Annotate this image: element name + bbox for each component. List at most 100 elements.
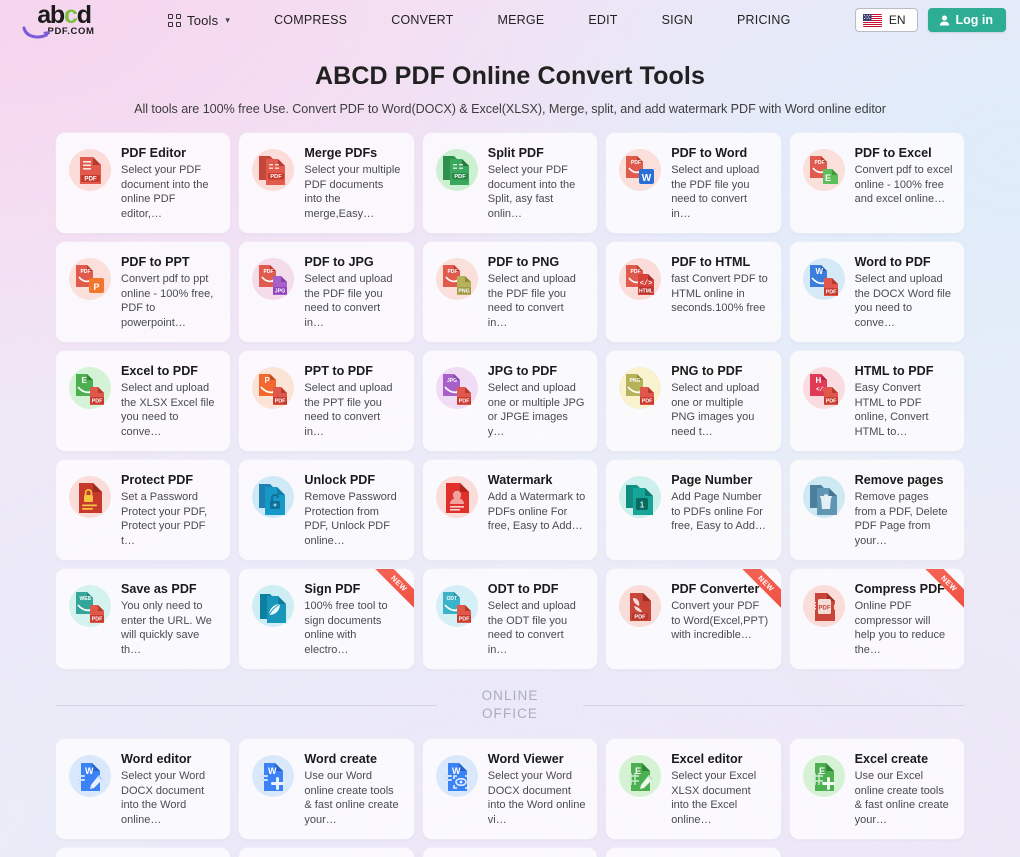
- divider-line-right: [583, 704, 964, 706]
- tool-card[interactable]: W Word editor Select your Word DOCX docume…: [56, 739, 231, 839]
- tool-card-title: ODT to PDF: [487, 582, 559, 596]
- tool-card[interactable]: Remove pages Remove pages from a PDF, Del…: [789, 460, 964, 560]
- divider-label-line1: ONLINE: [481, 688, 539, 703]
- word-to-pdf-icon: W PDF: [802, 257, 846, 301]
- tool-card-description: Select and upload the PDF file you need …: [671, 164, 760, 220]
- svg-text:PDF: PDF: [275, 399, 286, 405]
- tool-card-description: Select and upload the DOCX Word file you…: [854, 273, 951, 329]
- tool-card-description: Select your Word DOCX document into the …: [121, 770, 206, 826]
- tool-card-title: Split PDF: [487, 146, 544, 160]
- tool-card[interactable]: PPPT EditorSelect your PPT document into…: [239, 848, 414, 857]
- tool-card-title: JPG to PDF: [487, 364, 558, 378]
- login-button-label: Log in: [955, 13, 994, 27]
- us-flag-icon: [862, 13, 882, 27]
- tool-card-title: PDF to JPG: [304, 255, 374, 269]
- tool-card[interactable]: PDF Merge PDFs Select your multiple PDF do…: [239, 133, 414, 233]
- sign-pdf-icon: [251, 584, 295, 628]
- nav-item-tools[interactable]: Tools ▾: [146, 7, 252, 34]
- svg-text:PDF: PDF: [92, 617, 103, 623]
- svg-text:PDF: PDF: [825, 290, 836, 296]
- pdf-editor-icon: PDF: [68, 148, 112, 192]
- tool-card[interactable]: PDF JPG PDF to JPG Select and upload the PD…: [239, 242, 414, 342]
- watermark-icon: [435, 475, 479, 519]
- tool-card[interactable]: PDF PNG PDF to PNG Select and upload the PD…: [422, 242, 598, 342]
- tool-card-description: Select your PDF document into the Split,…: [487, 164, 576, 220]
- nav-item-merge[interactable]: MERGE: [476, 7, 567, 33]
- tool-card[interactable]: PDF PDF Converter Convert your PDF to Word…: [606, 569, 781, 669]
- tool-card-description: Remove pages from a PDF, Delete PDF Page…: [854, 491, 948, 547]
- logo[interactable]: abcd PDF.COM: [16, 0, 112, 38]
- tool-card-description: Convert pdf to excel online - 100% free …: [854, 164, 953, 205]
- tool-card-body: PNG to PDF Select and upload one or multi…: [671, 363, 769, 439]
- svg-text:E: E: [819, 766, 825, 776]
- tool-card[interactable]: WEB PDF Save as PDF You only need to enter …: [56, 569, 231, 669]
- divider-line-left: [56, 704, 437, 706]
- language-selector[interactable]: EN: [854, 8, 918, 32]
- tool-card[interactable]: PNG PDF PNG to PDF Select and upload one or…: [606, 351, 781, 451]
- svg-text:1: 1: [640, 500, 645, 509]
- tool-card[interactable]: PDF W PDF to Word Select and upload the PDF…: [606, 133, 781, 233]
- tool-card[interactable]: ODT PDF ODT to PDF Select and upload the OD…: [422, 569, 598, 669]
- tool-card-body: HTML to PDF Easy Convert HTML to PDF onli…: [855, 363, 953, 439]
- tool-card-description: Use our Excel online create tools & fast…: [854, 770, 949, 826]
- svg-text:P: P: [93, 282, 99, 292]
- tool-card[interactable]: E Excel editor Select your Excel XLSX docu…: [606, 739, 781, 839]
- svg-text:PDF: PDF: [454, 174, 466, 180]
- tool-card[interactable]: Protect PDF Set a Password Protect your P…: [56, 460, 231, 560]
- logo-text-ab: ab: [37, 0, 65, 29]
- tool-card[interactable]: E PDF Excel to PDF Select and upload the XL…: [56, 351, 231, 451]
- tool-card[interactable]: H </> PDF HTML to PDF Easy Convert HTML to P…: [789, 351, 964, 451]
- tool-card[interactable]: PDF Split PDF Select your PDF document int…: [422, 133, 598, 233]
- tool-card[interactable]: E Excel create Use our Excel online create…: [789, 739, 964, 839]
- nav-item-sign[interactable]: SIGN: [640, 7, 715, 33]
- tool-card-title: Word Viewer: [487, 752, 564, 766]
- tool-card[interactable]: EExcel ViewerSelect your Excel XLSX docu…: [56, 848, 231, 857]
- tool-card-description: Easy Convert HTML to PDF online, Convert…: [854, 382, 929, 438]
- svg-text:E: E: [825, 173, 831, 183]
- tool-card[interactable]: PDF P PDF to PPT Convert pdf to ppt online …: [56, 242, 231, 342]
- tool-card[interactable]: P PDF PPT to PDF Select and upload the PPT …: [239, 351, 414, 451]
- tool-card[interactable]: PDF Compress PDF Online PDF compressor wil…: [789, 569, 964, 669]
- tools-grid: PDF PDF Editor Select your PDF document in…: [56, 133, 964, 669]
- merge-pdf-icon: PDF: [251, 148, 295, 192]
- nav-item-pricing[interactable]: PRICING: [715, 7, 813, 33]
- tool-card[interactable]: PDF E PDF to Excel Convert pdf to excel onl…: [789, 133, 964, 233]
- section-divider: ONLINE OFFICE: [56, 687, 964, 723]
- tool-card[interactable]: 1 Page Number Add Page Number to PDFs onli…: [606, 460, 781, 560]
- nav-item-convert[interactable]: CONVERT: [369, 7, 475, 33]
- tool-card-body: Word Viewer Select your Word DOCX documen…: [488, 751, 586, 827]
- tool-card-title: Compress PDF: [854, 582, 945, 596]
- word-viewer-icon: W: [435, 754, 479, 798]
- tool-card-body: Excel editor Select your Excel XLSX docum…: [671, 751, 769, 827]
- svg-text:PDF: PDF: [458, 399, 469, 405]
- tool-card[interactable]: PDF PDF Editor Select your PDF document in…: [56, 133, 231, 233]
- tool-card[interactable]: Watermark Add a Watermark to PDFs online …: [422, 460, 598, 560]
- svg-text:PDF: PDF: [825, 399, 836, 405]
- tool-card[interactable]: W Word Viewer Select your Word DOCX docume…: [422, 739, 598, 839]
- tool-card[interactable]: Unlock PDF Remove Password Protection fro…: [239, 460, 414, 560]
- tool-card-title: Watermark: [487, 473, 553, 487]
- tool-card[interactable]: PDF </> HTML PDF to HTML fast Convert PDF to…: [606, 242, 781, 342]
- svg-text:W: W: [85, 766, 94, 776]
- tool-card-title: Save as PDF: [121, 582, 197, 596]
- tool-card[interactable]: W PDF Word to PDF Select and upload the DOC…: [789, 242, 964, 342]
- tool-card[interactable]: JPG PDF JPG to PDF Select and upload one or…: [422, 351, 598, 451]
- tool-card-body: Word create Use our Word online create to…: [304, 751, 402, 827]
- tool-card-description: Select your multiple PDF documents into …: [304, 164, 401, 220]
- svg-text:PDF: PDF: [635, 615, 647, 621]
- tool-card-title: Excel create: [854, 752, 929, 766]
- nav-item-compress[interactable]: COMPRESS: [252, 7, 369, 33]
- nav-item-edit[interactable]: EDIT: [566, 7, 639, 33]
- svg-text:PDF: PDF: [271, 174, 283, 180]
- login-button[interactable]: Log in: [927, 8, 1006, 32]
- site-header: abcd PDF.COM Tools ▾ COMPRESS CONVERT ME…: [0, 0, 1020, 40]
- svg-text:</>: </>: [640, 280, 653, 288]
- online-office-grid: W Word editor Select your Word DOCX docume…: [56, 739, 964, 857]
- svg-text:E: E: [82, 376, 88, 385]
- tool-card[interactable]: W Word create Use our Word online create t…: [239, 739, 414, 839]
- tool-card[interactable]: PPPT createUse our PPT online create too…: [422, 848, 598, 857]
- tool-card-title: Remove pages: [854, 473, 944, 487]
- tool-card[interactable]: Sign PDF 100% free tool to sign documents…: [239, 569, 414, 669]
- word-editor-icon: W: [68, 754, 112, 798]
- tool-card[interactable]: PPowerpoint ViewerUse our PPT online Vie…: [606, 848, 781, 857]
